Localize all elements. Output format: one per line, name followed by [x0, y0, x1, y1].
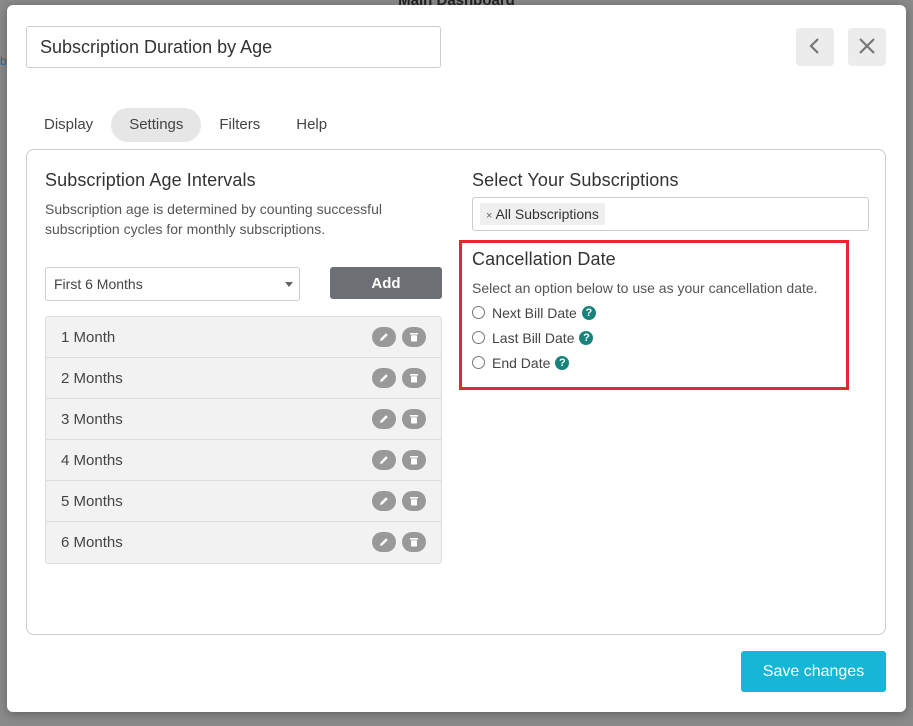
trash-icon[interactable] — [402, 450, 426, 470]
interval-preset-select[interactable]: First 6 Months — [45, 267, 300, 301]
interval-row: 6 Months — [46, 522, 441, 563]
interval-list: 1 Month 2 Months 3 Months 4 Months 5 Mon… — [45, 316, 442, 564]
radio-button[interactable] — [472, 306, 485, 319]
cancellation-heading: Cancellation Date — [472, 249, 616, 269]
widget-title-input[interactable] — [26, 26, 441, 68]
radio-option-end-date[interactable]: End Date ? — [472, 354, 818, 371]
radio-label: Next Bill Date — [492, 304, 577, 321]
back-button[interactable] — [796, 28, 834, 66]
question-help-icon[interactable]: ? — [555, 355, 570, 370]
interval-preset-value: First 6 Months — [54, 276, 143, 292]
interval-row: 1 Month — [46, 317, 441, 358]
age-intervals-description: Subscription age is determined by counti… — [45, 201, 382, 237]
interval-label: 5 Months — [61, 493, 123, 510]
interval-label: 4 Months — [61, 452, 123, 469]
interval-row: 2 Months — [46, 358, 441, 399]
edit-pencil-icon[interactable] — [372, 532, 396, 552]
edit-pencil-icon[interactable] — [372, 368, 396, 388]
interval-label: 6 Months — [61, 534, 123, 551]
age-intervals-section: Subscription Age Intervals Subscription … — [45, 170, 442, 564]
tab-filters[interactable]: Filters — [201, 108, 278, 142]
trash-icon[interactable] — [402, 368, 426, 388]
subscriptions-heading: Select Your Subscriptions — [472, 170, 679, 190]
chevron-left-icon — [808, 37, 822, 58]
close-button[interactable] — [848, 28, 886, 66]
edit-pencil-icon[interactable] — [372, 491, 396, 511]
cancellation-date-highlight: Cancellation Date Select an option below… — [459, 240, 849, 390]
tab-settings[interactable]: Settings — [111, 108, 202, 142]
question-help-icon[interactable]: ? — [579, 330, 594, 345]
age-intervals-heading: Subscription Age Intervals — [45, 170, 256, 190]
tab-display[interactable]: Display — [26, 108, 111, 142]
question-help-icon[interactable]: ? — [581, 305, 596, 320]
settings-panel: Subscription Age Intervals Subscription … — [26, 149, 886, 635]
chip-remove-icon[interactable]: × — [486, 210, 492, 222]
edit-pencil-icon[interactable] — [372, 409, 396, 429]
radio-option-last-bill-date[interactable]: Last Bill Date ? — [472, 329, 818, 346]
radio-label: End Date — [492, 354, 551, 371]
interval-label: 2 Months — [61, 370, 123, 387]
radio-button[interactable] — [472, 356, 485, 369]
radio-option-next-bill-date[interactable]: Next Bill Date ? — [472, 304, 818, 321]
radio-button[interactable] — [472, 331, 485, 344]
interval-row: 4 Months — [46, 440, 441, 481]
cancellation-date-section: Cancellation Date Select an option below… — [472, 249, 818, 371]
dropdown-caret-icon — [285, 282, 293, 287]
widget-settings-modal: Display Settings Filters Help Subscripti… — [7, 5, 906, 712]
interval-row: 5 Months — [46, 481, 441, 522]
subscriptions-multiselect[interactable]: × All Subscriptions — [472, 197, 869, 231]
settings-tabs: Display Settings Filters Help — [26, 108, 345, 142]
save-changes-button[interactable]: Save changes — [741, 651, 886, 692]
edit-pencil-icon[interactable] — [372, 327, 396, 347]
trash-icon[interactable] — [402, 409, 426, 429]
subscriptions-section: Select Your Subscriptions × All Subscript… — [472, 170, 869, 231]
interval-label: 3 Months — [61, 411, 123, 428]
radio-label: Last Bill Date — [492, 329, 575, 346]
cancellation-description: Select an option below to use as your ca… — [472, 280, 818, 296]
subscription-chip: × All Subscriptions — [480, 203, 605, 225]
trash-icon[interactable] — [402, 491, 426, 511]
chip-label: All Subscriptions — [495, 206, 599, 222]
interval-row: 3 Months — [46, 399, 441, 440]
trash-icon[interactable] — [402, 327, 426, 347]
add-interval-button[interactable]: Add — [330, 267, 442, 299]
edit-pencil-icon[interactable] — [372, 450, 396, 470]
close-icon — [858, 37, 876, 58]
trash-icon[interactable] — [402, 532, 426, 552]
tab-help[interactable]: Help — [278, 108, 345, 142]
interval-label: 1 Month — [61, 329, 116, 346]
backdrop-edge-glyph: b — [0, 54, 7, 68]
